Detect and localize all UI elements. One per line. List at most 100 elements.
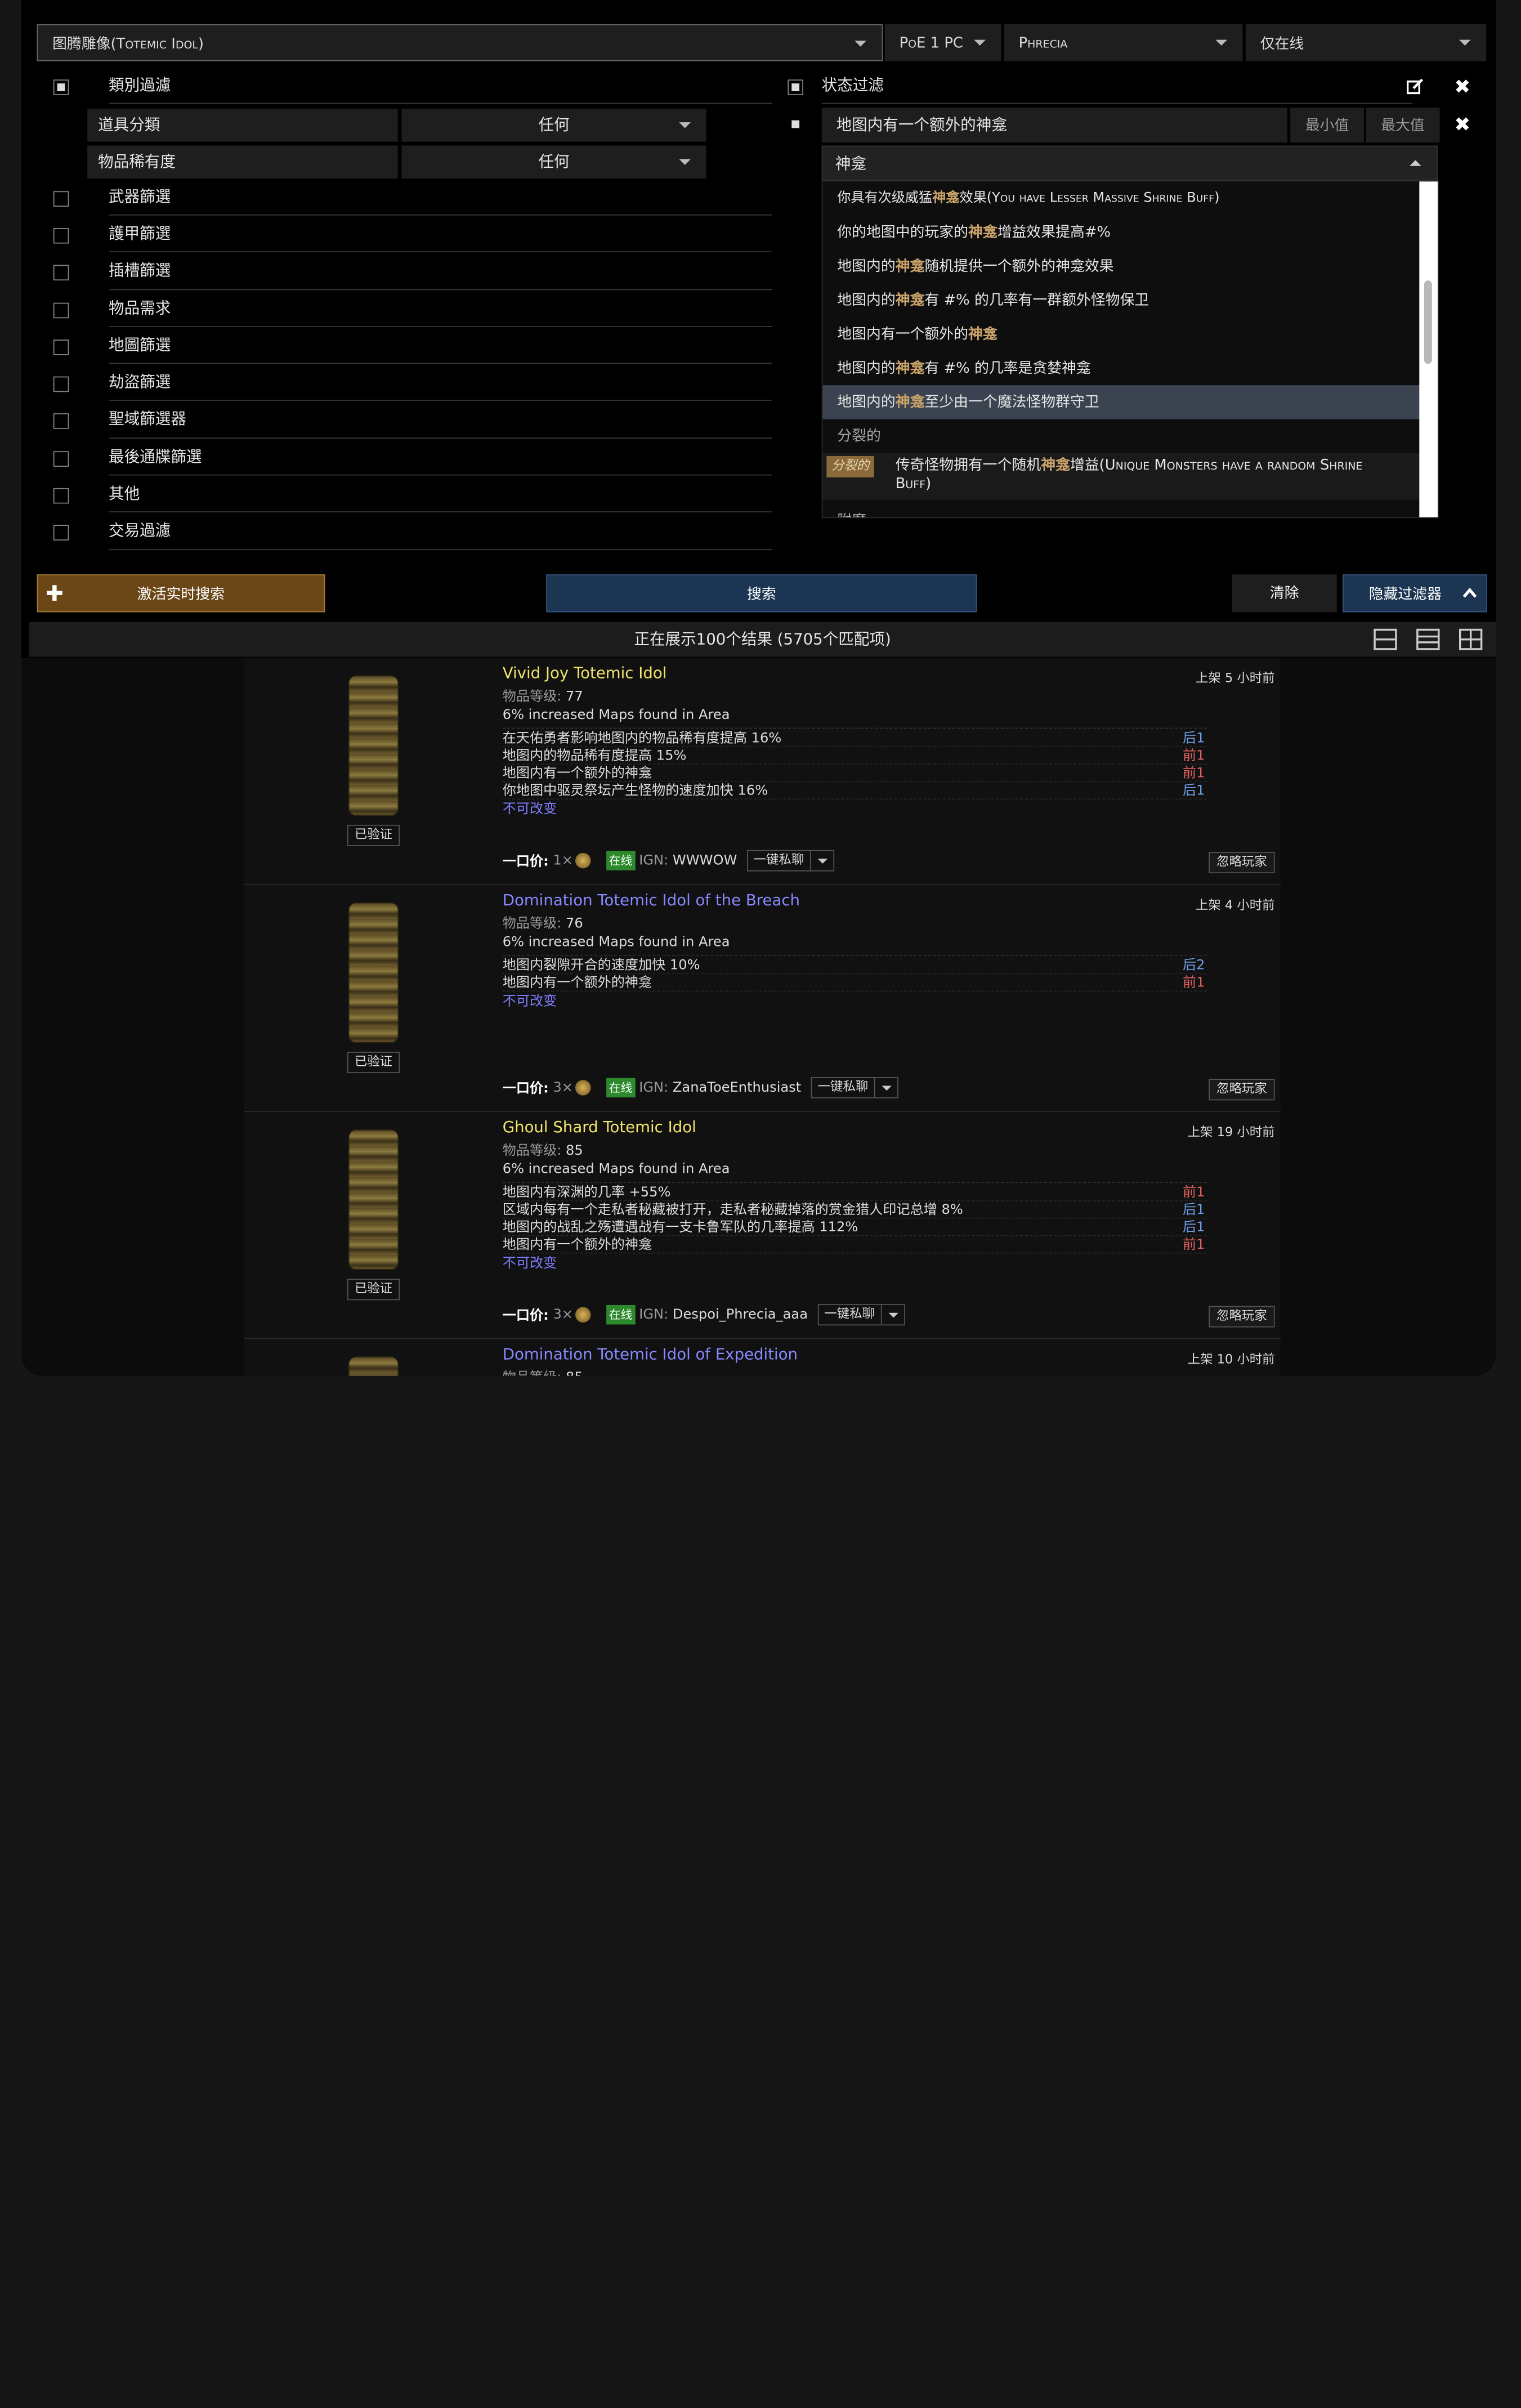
chevron-down-icon[interactable] <box>880 1304 903 1325</box>
stat-row-label[interactable]: 地图内有一个额外的神龛 <box>821 108 1287 143</box>
item-name[interactable]: Ghoul Shard Totemic Idol <box>503 1118 696 1136</box>
dropdown-option[interactable]: 地图内的神龛有 #% 的几率是贪婪神龛 <box>822 351 1421 385</box>
whisper-label: 一键私聊 <box>753 852 804 868</box>
mod-tier: 后2 <box>1182 957 1205 973</box>
remove-stat-icon[interactable]: ✖ <box>1454 113 1470 136</box>
stat-search-input[interactable]: 神龛 <box>821 145 1438 181</box>
type-filter-checkbox[interactable] <box>53 79 69 95</box>
corrupted-label: 不可改变 <box>502 801 557 817</box>
close-icon[interactable]: ✖ <box>1454 75 1470 98</box>
status-select[interactable]: 仅在线 <box>1245 24 1487 61</box>
map-filter-checkbox[interactable] <box>53 339 69 355</box>
results-count: 正在展示100个结果 (5705个匹配项) <box>29 622 1496 657</box>
chevron-down-icon <box>855 41 866 47</box>
corrupted-label: 不可改变 <box>502 1256 557 1271</box>
edit-icon[interactable] <box>1406 78 1424 95</box>
divider <box>109 400 772 401</box>
stat-row-checkbox[interactable] <box>788 116 803 132</box>
mod-tier: 前1 <box>1182 1237 1205 1253</box>
trade-filter-title[interactable]: 交易過濾 <box>109 517 171 554</box>
chevron-down-icon <box>679 159 691 165</box>
sanctum-filter-checkbox[interactable] <box>53 413 69 429</box>
item-rarity-select[interactable]: 任何 <box>401 145 706 179</box>
whisper-button[interactable]: 一键私聊 <box>817 1304 905 1326</box>
live-search-button[interactable]: ✚ 激活实时搜索 <box>37 574 325 613</box>
listed-time: 上架 5 小时前 <box>1196 671 1275 686</box>
item-category-value: 任何 <box>538 115 570 134</box>
mod-line: 地图内有一个额外的神龛 前1 <box>502 765 1207 783</box>
sanctum-filter-title[interactable]: 聖域篩選器 <box>109 405 186 442</box>
realm-select[interactable]: PoE 1 PC <box>884 24 1001 61</box>
clear-button[interactable]: 清除 <box>1232 574 1337 613</box>
socket-filter-checkbox[interactable] <box>53 265 69 281</box>
chevron-down-icon[interactable] <box>874 1078 897 1098</box>
verified-badge: 已验证 <box>347 824 400 846</box>
price-row: 一口价: 1× 在线 IGN: WWWOW 一键私聊 <box>503 850 834 872</box>
dropdown-option[interactable]: 你具有次级威猛神龛效果(You have Lesser Massive Shri… <box>822 181 1421 215</box>
item-category-select[interactable]: 任何 <box>401 109 706 142</box>
divider <box>109 102 772 104</box>
listed-time: 上架 4 小时前 <box>1196 898 1275 913</box>
chevron-down-icon[interactable] <box>809 851 833 870</box>
online-badge: 在线 <box>606 1304 636 1325</box>
divider <box>821 102 1413 104</box>
divider <box>109 549 772 551</box>
search-button[interactable]: 搜索 <box>546 574 977 613</box>
ultimatum-filter-checkbox[interactable] <box>53 451 69 467</box>
ignore-player-button[interactable]: 忽略玩家 <box>1209 852 1275 874</box>
item-name[interactable]: Domination Totemic Idol of Expedition <box>503 1345 798 1364</box>
socket-filter-title[interactable]: 插槽篩選 <box>109 257 171 294</box>
dropdown-option[interactable]: 地图内的神龛随机提供一个额外的神龛效果 <box>822 249 1421 283</box>
scrollbar-thumb[interactable] <box>1424 280 1432 364</box>
results-count-text: 正在展示100个结果 (5705个匹配项) <box>634 629 891 649</box>
divine-orb-icon <box>575 852 591 869</box>
misc-filter-checkbox[interactable] <box>53 488 69 504</box>
dropdown-option[interactable]: 你的地图中的玩家的神龛增益效果提高#% <box>822 216 1421 249</box>
seller-name[interactable]: ZanaToeEnthusiast <box>673 1080 801 1096</box>
whisper-button[interactable]: 一键私聊 <box>811 1076 898 1098</box>
dropdown-option-highlighted[interactable]: 地图内的神龛至少由一个魔法怪物群守卫 <box>822 385 1421 419</box>
hide-filters-button[interactable]: 隐藏过滤器 <box>1343 574 1487 613</box>
implicit-mod: 6% increased Maps found in Area <box>502 707 1207 729</box>
corrupted-label: 不可改变 <box>502 993 557 1009</box>
whisper-button[interactable]: 一键私聊 <box>746 850 834 872</box>
implicit-mod: 6% increased Maps found in Area <box>502 1161 1207 1183</box>
armour-filter-checkbox[interactable] <box>53 227 69 244</box>
dropdown-scrollbar[interactable] <box>1419 181 1438 517</box>
status-value: 仅在线 <box>1260 34 1304 52</box>
weapon-filter-checkbox[interactable] <box>53 191 69 207</box>
requirement-filter-checkbox[interactable] <box>53 302 69 319</box>
dropdown-option[interactable]: 地图内有一个额外的神龛 <box>822 318 1421 351</box>
max-value-input[interactable]: 最大值 <box>1366 108 1440 143</box>
divider <box>109 474 772 476</box>
trade-filter-checkbox[interactable] <box>53 525 69 540</box>
item-level: 物品等级: 85 <box>503 1367 583 1375</box>
divine-orb-icon <box>575 1080 591 1096</box>
view-list-icon[interactable] <box>1416 628 1440 650</box>
item-image <box>348 902 399 1043</box>
whisper-label: 一键私聊 <box>817 1080 869 1094</box>
ignore-player-button[interactable]: 忽略玩家 <box>1209 1306 1275 1328</box>
stat-dropdown-list[interactable]: 你具有次级威猛神龛效果(You have Lesser Massive Shri… <box>821 180 1439 519</box>
stat-filter-checkbox[interactable] <box>788 79 803 95</box>
seller-name[interactable]: Despoi_Phrecia_aaa <box>673 1307 808 1323</box>
view-grid-icon[interactable] <box>1459 628 1483 650</box>
ignore-player-button[interactable]: 忽略玩家 <box>1209 1079 1275 1101</box>
item-name[interactable]: Vivid Joy Totemic Idol <box>503 664 667 682</box>
divine-orb-icon <box>575 1307 591 1323</box>
mod-tier: 前1 <box>1182 765 1205 781</box>
explicit-mods: 地图内裂隙开合的速度加快 10% 后2 地图内有一个额外的神龛 前1 不可改变 <box>502 957 1207 1011</box>
hide-filters-label: 隐藏过滤器 <box>1368 585 1442 603</box>
result-card: 已验证 Vivid Joy Totemic Idol 上架 5 小时前 物品等级… <box>244 658 1281 885</box>
category-select[interactable]: 图腾雕像(Totemic Idol) <box>37 24 883 61</box>
dropdown-option[interactable]: 地图内的神龛有 #% 的几率有一群额外怪物保卫 <box>822 283 1421 317</box>
view-compact-icon[interactable] <box>1374 628 1397 650</box>
seller-name[interactable]: WWWOW <box>673 853 737 869</box>
heist-filter-checkbox[interactable] <box>53 376 69 392</box>
min-value-input[interactable]: 最小值 <box>1290 108 1365 143</box>
dropdown-option-fractured[interactable]: 分裂的 传奇怪物拥有一个随机神龛增益(Unique Monsters have … <box>822 453 1421 500</box>
item-name[interactable]: Domination Totemic Idol of the Breach <box>503 891 800 909</box>
price-label: 一口价: <box>502 854 549 870</box>
league-select[interactable]: Phrecia <box>1004 24 1243 61</box>
result-card: 已验证 Domination Totemic Idol of the Breac… <box>244 884 1281 1113</box>
